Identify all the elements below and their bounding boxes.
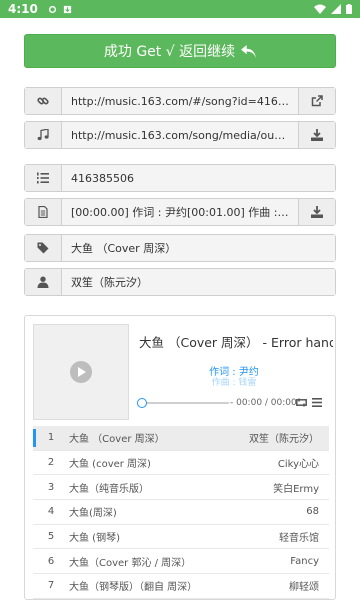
playlist-item[interactable]: 3 大鱼（纯音乐版） 笑白Ermy <box>33 475 329 501</box>
album-cover <box>33 324 129 420</box>
song-title-row: 大鱼 （Cover 周深） <box>24 234 336 262</box>
download-icon <box>311 129 323 141</box>
playlist-item[interactable]: 4 大鱼(周深) 68 <box>33 500 329 525</box>
tag-icon <box>37 242 49 254</box>
download-media-button[interactable] <box>298 122 335 148</box>
playlist: 1 大鱼 （Cover 周深） 双笙（陈元汐） 2 大鱼 (cover 周深) … <box>33 426 329 599</box>
status-bar: 4:10 <box>0 0 360 18</box>
next-lyric-line: 作曲 : 钱雷 <box>211 378 257 388</box>
loop-button[interactable] <box>296 398 307 407</box>
playlist-menu-button[interactable] <box>312 398 322 407</box>
player-song-title: 大鱼 （Cover 周深） - Error handled <box>139 335 333 350</box>
artist-row: 双笙（陈元汐） <box>24 268 336 296</box>
music-icon <box>37 129 49 141</box>
media-url-field[interactable]: http://music.163.com/song/media/outer/ur… <box>62 122 298 148</box>
link-icon <box>37 97 49 105</box>
playlist-item[interactable]: 6 大鱼（Cover 郭沁 / 周深） Fancy <box>33 549 329 575</box>
status-time: 4:10 <box>8 2 38 16</box>
music-player: 大鱼 （Cover 周深） - Error handled 作词 : 尹约 作曲… <box>24 315 336 600</box>
download-icon <box>311 206 323 218</box>
lyric-field[interactable]: [00:00.00] 作词 : 尹约[00:01.00] 作曲 : 钱雷 <box>62 199 298 225</box>
play-button[interactable] <box>70 361 92 383</box>
media-url-row: http://music.163.com/song/media/outer/ur… <box>24 121 336 149</box>
playlist-item[interactable]: 7 大鱼（钢琴版）（翻自 周深） 柳轻颂 <box>33 574 329 599</box>
reply-icon <box>241 44 257 58</box>
wifi-icon <box>314 4 326 14</box>
player-time: - 00:00 / 00:00 <box>230 398 297 408</box>
lyric-row: [00:00.00] 作词 : 尹约[00:01.00] 作曲 : 钱雷 <box>24 198 336 226</box>
menu-icon <box>312 398 322 407</box>
song-id-row: 416385506 <box>24 164 336 192</box>
progress-knob[interactable] <box>137 398 147 408</box>
playlist-item[interactable]: 1 大鱼 （Cover 周深） 双笙（陈元汐） <box>33 426 329 451</box>
song-title-field[interactable]: 大鱼 （Cover 周深） <box>62 235 335 261</box>
signal-icon <box>331 4 341 14</box>
settings-icon <box>48 5 56 13</box>
song-url-row: http://music.163.com/#/song?id=416385506 <box>24 87 336 115</box>
download-lyric-button[interactable] <box>298 199 335 225</box>
success-return-label: 成功 Get √ 返回继续 <box>103 44 236 60</box>
user-icon <box>37 276 49 288</box>
battery-icon <box>346 4 352 14</box>
play-icon <box>77 367 86 377</box>
file-text-icon <box>38 206 48 218</box>
open-link-button[interactable] <box>298 88 335 114</box>
playlist-item[interactable]: 5 大鱼 (钢琴) 轻音乐馆 <box>33 525 329 550</box>
list-ol-icon <box>37 172 49 184</box>
artist-field[interactable]: 双笙（陈元汐） <box>62 269 335 295</box>
song-id-field[interactable]: 416385506 <box>62 165 335 191</box>
playlist-item[interactable]: 2 大鱼 (cover 周深) Ciky心心 <box>33 451 329 476</box>
loop-icon <box>296 398 307 407</box>
external-link-icon <box>311 95 323 107</box>
progress-bar[interactable] <box>137 398 229 408</box>
song-url-field[interactable]: http://music.163.com/#/song?id=416385506 <box>62 88 298 114</box>
success-return-button[interactable]: 成功 Get √ 返回继续 <box>24 34 336 68</box>
download-status-icon <box>63 5 71 13</box>
